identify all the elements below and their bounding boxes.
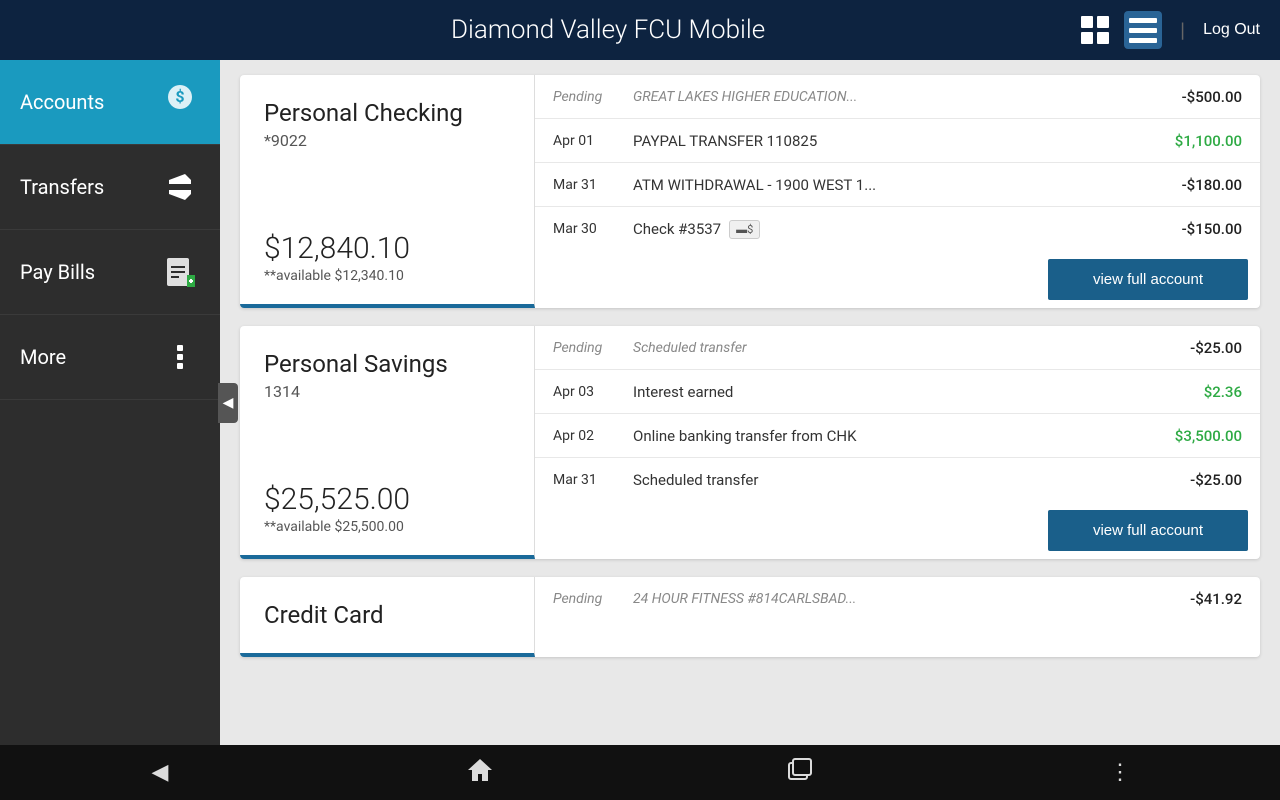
tx-date: Mar 31 [553,177,633,193]
transfers-icon [160,167,200,207]
account-card-credit: Credit Card Pending 24 HOUR FITNESS #814… [240,577,1260,657]
logout-button[interactable]: Log Out [1203,21,1260,39]
tx-desc: Scheduled transfer [633,340,1152,356]
divider: | [1180,18,1185,42]
tx-desc: Check #3537 ▬$ [633,220,1152,239]
sidebar-item-more[interactable]: More [0,315,220,400]
transactions-checking: Pending GREAT LAKES HIGHER EDUCATION... … [535,75,1260,308]
svg-text:$: $ [175,87,184,106]
sidebar: Accounts $ Transfers Pay Bill [0,60,220,745]
account-number-savings: 1314 [264,382,510,401]
sidebar-item-transfers[interactable]: Transfers [0,145,220,230]
tx-amount: $3,500.00 [1152,427,1242,445]
pay-bills-icon [160,252,200,292]
content-area: Personal Checking *9022 $12,840.10 **ava… [220,60,1280,745]
table-row: Pending GREAT LAKES HIGHER EDUCATION... … [535,75,1260,119]
more-icon [160,337,200,377]
table-row: Mar 31 Scheduled transfer -$25.00 [535,458,1260,502]
sidebar-collapse-button[interactable]: ◀ [218,383,238,423]
back-button[interactable]: ◀ [135,760,185,785]
tx-desc: Online banking transfer from CHK [633,427,1152,445]
transactions-credit: Pending 24 HOUR FITNESS #814CARLSBAD... … [535,577,1260,657]
sidebar-item-accounts[interactable]: Accounts $ [0,60,220,145]
tx-desc: 24 HOUR FITNESS #814CARLSBAD... [633,591,1152,607]
tx-desc: GREAT LAKES HIGHER EDUCATION... [633,89,1152,105]
account-name-credit: Credit Card [264,601,510,629]
tx-date: Pending [553,89,633,105]
account-number-checking: *9022 [264,131,510,150]
account-summary-credit: Credit Card [240,577,535,657]
sidebar-label-more: More [20,345,66,369]
tx-desc: Interest earned [633,383,1152,401]
tx-desc: ATM WITHDRAWAL - 1900 WEST 1... [633,176,1152,194]
tx-date: Apr 03 [553,384,633,400]
view-full-account-savings[interactable]: view full account [1048,510,1248,551]
recent-apps-button[interactable] [775,756,825,790]
table-row: Apr 02 Online banking transfer from CHK … [535,414,1260,458]
tx-amount: -$41.92 [1152,590,1242,608]
account-name-checking: Personal Checking [264,99,510,127]
tx-amount: -$25.00 [1152,339,1242,357]
tx-date: Mar 30 [553,221,633,237]
account-card-checking: Personal Checking *9022 $12,840.10 **ava… [240,75,1260,308]
table-row: Apr 01 PAYPAL TRANSFER 110825 $1,100.00 [535,119,1260,163]
app-title: Diamond Valley FCU Mobile [140,15,1076,45]
accounts-icon: $ [160,82,200,122]
options-menu-button[interactable]: ⋮ [1095,760,1145,785]
table-row: Mar 31 ATM WITHDRAWAL - 1900 WEST 1... -… [535,163,1260,207]
table-row: Pending Scheduled transfer -$25.00 [535,326,1260,370]
account-available-savings: **available $25,500.00 [264,519,510,535]
check-image-icon: ▬$ [729,220,760,239]
view-full-account-checking[interactable]: view full account [1048,259,1248,300]
bottom-nav: ◀ ⋮ [0,745,1280,800]
tx-desc: PAYPAL TRANSFER 110825 [633,132,1152,150]
tx-date: Pending [553,591,633,607]
tx-date: Apr 02 [553,428,633,444]
tx-date: Apr 01 [553,133,633,149]
tx-amount: -$180.00 [1152,176,1242,194]
sidebar-item-pay-bills[interactable]: Pay Bills [0,230,220,315]
tx-amount: $2.36 [1152,383,1242,401]
sidebar-label-accounts: Accounts [20,90,104,114]
tx-amount: -$500.00 [1152,88,1242,106]
account-available-checking: **available $12,340.10 [264,268,510,284]
tx-desc: Scheduled transfer [633,471,1152,489]
account-name-savings: Personal Savings [264,350,510,378]
sidebar-label-transfers: Transfers [20,175,104,199]
top-bar-right: | Log Out [1076,11,1260,49]
list-view-icon[interactable] [1124,11,1162,49]
account-summary-checking: Personal Checking *9022 $12,840.10 **ava… [240,75,535,308]
account-card-savings: Personal Savings 1314 $25,525.00 **avail… [240,326,1260,559]
account-balance-savings: $25,525.00 [264,462,510,517]
table-row: Apr 03 Interest earned $2.36 [535,370,1260,414]
grid-view-icon[interactable] [1076,11,1114,49]
tx-date: Pending [553,340,633,356]
table-row: Mar 30 Check #3537 ▬$ -$150.00 [535,207,1260,251]
account-summary-savings: Personal Savings 1314 $25,525.00 **avail… [240,326,535,559]
top-bar: Diamond Valley FCU Mobile | Log Out [0,0,1280,60]
account-balance-checking: $12,840.10 [264,211,510,266]
home-button[interactable] [455,756,505,790]
sidebar-label-pay-bills: Pay Bills [20,260,95,284]
transactions-savings: Pending Scheduled transfer -$25.00 Apr 0… [535,326,1260,559]
tx-amount: -$150.00 [1152,220,1242,238]
main-layout: Accounts $ Transfers Pay Bill [0,60,1280,745]
table-row: Pending 24 HOUR FITNESS #814CARLSBAD... … [535,577,1260,621]
tx-amount: -$25.00 [1152,471,1242,489]
tx-date: Mar 31 [553,472,633,488]
tx-amount: $1,100.00 [1152,132,1242,150]
